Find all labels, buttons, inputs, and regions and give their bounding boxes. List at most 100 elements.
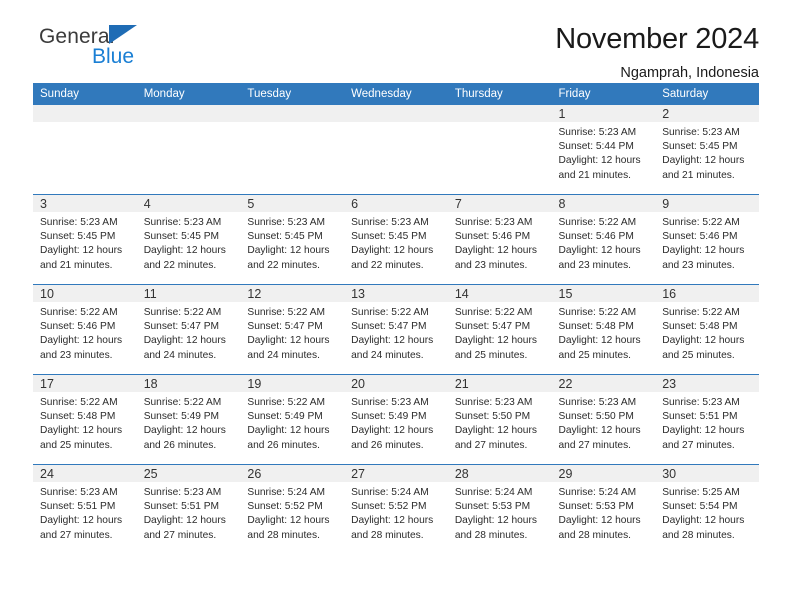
daylight-text-line1: Daylight: 12 hours (351, 425, 434, 437)
daylight-text-line2: and 26 minutes. (351, 439, 424, 451)
day-number: 1 (551, 105, 656, 122)
daylight-text-line2: and 21 minutes. (40, 259, 113, 271)
sunset-text: Sunset: 5:49 PM (351, 411, 427, 423)
day-number: 5 (240, 195, 345, 212)
calendar-page: General Blue November 2024 Ngamprah, Ind… (0, 0, 792, 612)
calendar-day-cell[interactable]: 21 Sunrise: 5:23 AM Sunset: 5:50 PM Dayligh… (447, 374, 552, 465)
sunset-text: Sunset: 5:52 PM (247, 501, 323, 513)
calendar-day-cell[interactable]: 6 Sunrise: 5:23 AM Sunset: 5:45 PM Daylight… (344, 194, 448, 285)
logo-triangle-icon (109, 25, 137, 44)
logo-text-general: General (39, 25, 115, 48)
day-number: 22 (551, 375, 656, 392)
sunset-text: Sunset: 5:54 PM (662, 501, 738, 513)
sunrise-text: Sunrise: 5:22 AM (247, 397, 325, 408)
daylight-text-line2: and 25 minutes. (454, 349, 528, 361)
calendar-day-cell[interactable]: 8 Sunrise: 5:22 AM Sunset: 5:46 PM Daylight… (551, 194, 656, 285)
day-details: Sunrise: 5:23 AM Sunset: 5:45 PM Daylight:… (137, 212, 241, 273)
sunrise-text: Sunrise: 5:23 AM (143, 487, 222, 498)
calendar-day-cell[interactable]: 25 Sunrise: 5:23 AM Sunset: 5:51 PM Dayligh… (136, 464, 241, 554)
calendar-day-cell[interactable]: 9 Sunrise: 5:22 AM Sunset: 5:46 PM Daylight… (655, 194, 759, 285)
daylight-text-line1: Daylight: 12 hours (351, 335, 434, 347)
calendar-day-cell[interactable]: 18 Sunrise: 5:22 AM Sunset: 5:49 PM Dayligh… (136, 374, 241, 465)
calendar-day-cell[interactable]: 28 Sunrise: 5:24 AM Sunset: 5:53 PM Dayligh… (447, 464, 552, 554)
day-details: Sunrise: 5:22 AM Sunset: 5:47 PM Daylight:… (240, 302, 344, 363)
day-number: 16 (655, 285, 759, 302)
sunset-text: Sunset: 5:53 PM (558, 501, 634, 513)
calendar-day-cell[interactable]: 19 Sunrise: 5:22 AM Sunset: 5:49 PM Dayligh… (240, 374, 345, 465)
calendar-day-cell[interactable]: 5 Sunrise: 5:23 AM Sunset: 5:45 PM Daylight… (240, 194, 345, 285)
calendar-day-cell[interactable]: 27 Sunrise: 5:24 AM Sunset: 5:52 PM Dayligh… (344, 464, 448, 554)
calendar-day-cell[interactable]: 24 Sunrise: 5:23 AM Sunset: 5:51 PM Dayligh… (33, 464, 137, 554)
daylight-text-line2: and 28 minutes. (351, 529, 424, 541)
calendar-day-cell[interactable]: 22 Sunrise: 5:23 AM Sunset: 5:50 PM Dayligh… (551, 374, 656, 465)
page-subtitle: Ngamprah, Indonesia (620, 64, 759, 81)
daylight-text-line1: Daylight: 12 hours (247, 425, 330, 437)
day-details: Sunrise: 5:23 AM Sunset: 5:51 PM Daylight:… (137, 482, 241, 543)
calendar-day-cell[interactable]: 14 Sunrise: 5:22 AM Sunset: 5:47 PM Dayligh… (447, 284, 552, 375)
daylight-text-line2: and 26 minutes. (247, 439, 320, 451)
calendar-day-cell[interactable]: 13 Sunrise: 5:22 AM Sunset: 5:47 PM Dayligh… (344, 284, 448, 375)
day-number: 30 (655, 465, 759, 482)
daylight-text-line2: and 27 minutes. (454, 439, 528, 451)
calendar-day-cell[interactable]: 20 Sunrise: 5:23 AM Sunset: 5:49 PM Dayligh… (344, 374, 448, 465)
daylight-text-line2: and 22 minutes. (143, 259, 217, 271)
sunset-text: Sunset: 5:48 PM (662, 321, 738, 333)
day-details: Sunrise: 5:25 AM Sunset: 5:54 PM Daylight:… (655, 482, 759, 543)
daylight-text-line1: Daylight: 12 hours (454, 515, 537, 527)
weekday-header-tuesday: Tuesday (240, 83, 345, 105)
calendar-day-cell[interactable]: 23 Sunrise: 5:23 AM Sunset: 5:51 PM Dayligh… (655, 374, 759, 465)
sunset-text: Sunset: 5:49 PM (247, 411, 323, 423)
calendar-day-cell[interactable]: 16 Sunrise: 5:22 AM Sunset: 5:48 PM Dayligh… (655, 284, 759, 375)
day-details: Sunrise: 5:22 AM Sunset: 5:47 PM Daylight:… (137, 302, 241, 363)
calendar-day-cell[interactable]: 17 Sunrise: 5:22 AM Sunset: 5:48 PM Dayligh… (33, 374, 137, 465)
calendar-day-cell[interactable]: 12 Sunrise: 5:22 AM Sunset: 5:47 PM Dayligh… (240, 284, 345, 375)
calendar-day-cell[interactable]: 4 Sunrise: 5:23 AM Sunset: 5:45 PM Daylight… (136, 194, 241, 285)
logo-general-blue[interactable]: General Blue (33, 22, 193, 74)
calendar-day-cell[interactable]: 10 Sunrise: 5:22 AM Sunset: 5:46 PM Dayligh… (33, 284, 137, 375)
day-details: Sunrise: 5:23 AM Sunset: 5:51 PM Daylight:… (655, 392, 759, 453)
day-number (136, 105, 241, 122)
day-number: 3 (33, 195, 137, 212)
sunset-text: Sunset: 5:46 PM (662, 231, 738, 243)
calendar-day-cell[interactable]: 7 Sunrise: 5:23 AM Sunset: 5:46 PM Daylight… (447, 194, 552, 285)
calendar-day-cell[interactable]: 30 Sunrise: 5:25 AM Sunset: 5:54 PM Dayligh… (655, 464, 759, 554)
daylight-text-line2: and 25 minutes. (40, 439, 113, 451)
sunrise-text: Sunrise: 5:23 AM (662, 127, 740, 138)
day-number: 11 (136, 285, 241, 302)
sunrise-text: Sunrise: 5:24 AM (351, 487, 429, 498)
daylight-text-line2: and 22 minutes. (247, 259, 320, 271)
daylight-text-line1: Daylight: 12 hours (143, 515, 226, 527)
day-number: 26 (240, 465, 345, 482)
calendar-day-cell[interactable]: 1 Sunrise: 5:23 AM Sunset: 5:44 PM Daylight… (551, 105, 656, 195)
calendar-day-cell[interactable]: 29 Sunrise: 5:24 AM Sunset: 5:53 PM Dayligh… (551, 464, 656, 554)
daylight-text-line2: and 21 minutes. (558, 169, 632, 181)
sunset-text: Sunset: 5:48 PM (40, 411, 116, 423)
calendar-week-row: 17 Sunrise: 5:22 AM Sunset: 5:48 PM Dayligh… (33, 374, 759, 465)
calendar-day-cell[interactable]: 26 Sunrise: 5:24 AM Sunset: 5:52 PM Dayligh… (240, 464, 345, 554)
day-number (240, 105, 345, 122)
sunset-text: Sunset: 5:48 PM (558, 321, 634, 333)
sunrise-text: Sunrise: 5:25 AM (662, 487, 740, 498)
calendar-day-cell[interactable]: 2 Sunrise: 5:23 AM Sunset: 5:45 PM Daylight… (655, 105, 759, 195)
day-details: Sunrise: 5:24 AM Sunset: 5:52 PM Daylight:… (240, 482, 344, 543)
sunrise-text: Sunrise: 5:23 AM (143, 217, 222, 228)
daylight-text-line1: Daylight: 12 hours (662, 425, 745, 437)
daylight-text-line2: and 28 minutes. (247, 529, 320, 541)
day-details: Sunrise: 5:23 AM Sunset: 5:49 PM Daylight:… (344, 392, 448, 453)
calendar-day-cell[interactable]: 3 Sunrise: 5:23 AM Sunset: 5:45 PM Daylight… (33, 194, 137, 285)
calendar-body: 1 Sunrise: 5:23 AM Sunset: 5:44 PM Daylight… (33, 105, 759, 554)
sunrise-text: Sunrise: 5:23 AM (454, 217, 533, 228)
sunset-text: Sunset: 5:47 PM (247, 321, 323, 333)
day-number: 29 (551, 465, 656, 482)
calendar-week-row: 10 Sunrise: 5:22 AM Sunset: 5:46 PM Dayligh… (33, 284, 759, 375)
calendar-day-cell[interactable]: 11 Sunrise: 5:22 AM Sunset: 5:47 PM Dayligh… (136, 284, 241, 375)
calendar-day-cell[interactable]: 15 Sunrise: 5:22 AM Sunset: 5:48 PM Dayligh… (551, 284, 656, 375)
calendar-cell-empty (447, 105, 552, 195)
day-number: 19 (240, 375, 345, 392)
weekday-header-friday: Friday (551, 83, 656, 105)
sunrise-text: Sunrise: 5:23 AM (662, 397, 740, 408)
logo-text-blue: Blue (92, 45, 135, 68)
sunset-text: Sunset: 5:47 PM (351, 321, 427, 333)
sunrise-text: Sunrise: 5:23 AM (40, 217, 118, 228)
daylight-text-line2: and 28 minutes. (558, 529, 632, 541)
